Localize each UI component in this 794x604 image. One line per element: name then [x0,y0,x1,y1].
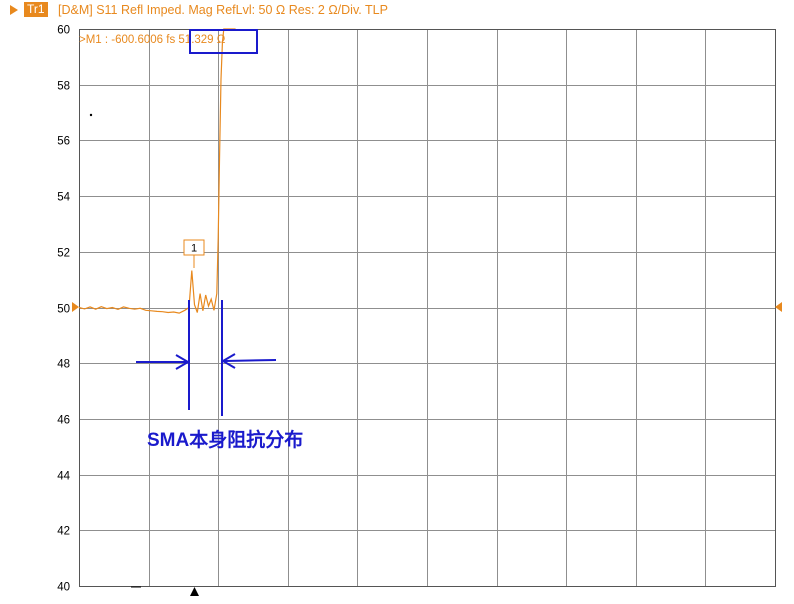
grid [79,29,776,587]
marker-flag-label: 1 [191,243,197,255]
range-right-arrow-line [224,359,277,362]
stray-point [89,113,93,117]
sma-range-annotation: SMA本身阻抗分布 [136,300,303,451]
right-reference-arrow-icon[interactable] [775,302,782,312]
y-tick-label: 56 [57,136,70,148]
impedance-trace[interactable] [78,28,236,314]
marker-position-triangle-icon[interactable] [190,587,199,596]
y-tick-label: 48 [57,359,70,371]
y-tick-label: 54 [57,192,70,204]
y-tick-label: 42 [57,526,70,538]
y-tick-label: 44 [57,471,70,483]
trace-layer [78,28,236,314]
y-tick-label: 46 [57,415,70,427]
y-tick-label: 40 [57,582,70,594]
y-tick-label: 60 [57,25,70,37]
marker-readout: >M1 : -600.6006 fs 51.329 Ω [79,34,226,46]
left-reference-arrow-icon[interactable] [72,302,79,312]
annotation-text: SMA本身阻抗分布 [147,428,303,451]
y-axis-ticks: 60 58 56 54 52 50 48 46 44 42 40 [57,25,70,594]
y-tick-label: 50 [57,304,70,316]
y-tick-label: 58 [57,81,70,93]
impedance-chart[interactable]: 60 58 56 54 52 50 48 46 44 42 40 >M1 : -600.6006 f… [0,0,794,604]
y-tick-label: 52 [57,248,70,260]
